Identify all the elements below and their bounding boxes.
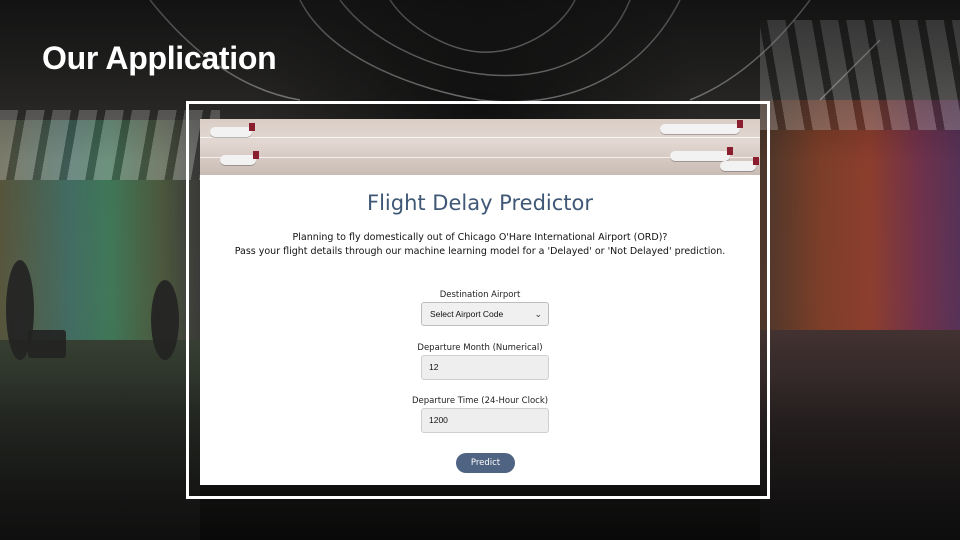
time-label: Departure Time (24-Hour Clock) bbox=[411, 396, 549, 406]
intro-text: Planning to fly domestically out of Chic… bbox=[200, 231, 760, 259]
chevron-down-icon: ⌄ bbox=[534, 309, 542, 319]
intro-line-2: Pass your flight details through our mac… bbox=[234, 246, 726, 257]
month-field: Departure Month (Numerical) bbox=[200, 343, 760, 353]
time-input[interactable]: 1200 bbox=[421, 408, 549, 433]
destination-select[interactable]: Select Airport Code ⌄ bbox=[421, 302, 549, 326]
flight-delay-app: Flight Delay Predictor Planning to fly d… bbox=[200, 119, 760, 485]
time-value: 1200 bbox=[429, 415, 448, 425]
airport-tarmac-banner bbox=[200, 119, 760, 175]
month-value: 12 bbox=[429, 362, 439, 372]
predict-button[interactable]: Predict bbox=[456, 453, 515, 473]
destination-label: Destination Airport bbox=[439, 290, 521, 300]
slide-title: Our Application bbox=[42, 40, 277, 76]
app-title: Flight Delay Predictor bbox=[366, 191, 593, 215]
month-label: Departure Month (Numerical) bbox=[417, 343, 543, 353]
destination-field: Destination Airport bbox=[200, 290, 760, 300]
slide: Our Application Flight Delay Predictor P… bbox=[0, 0, 960, 540]
time-field: Departure Time (24-Hour Clock) bbox=[200, 396, 760, 406]
intro-line-1: Planning to fly domestically out of Chic… bbox=[292, 232, 668, 243]
destination-selected-value: Select Airport Code bbox=[430, 309, 504, 319]
month-input[interactable]: 12 bbox=[421, 355, 549, 380]
